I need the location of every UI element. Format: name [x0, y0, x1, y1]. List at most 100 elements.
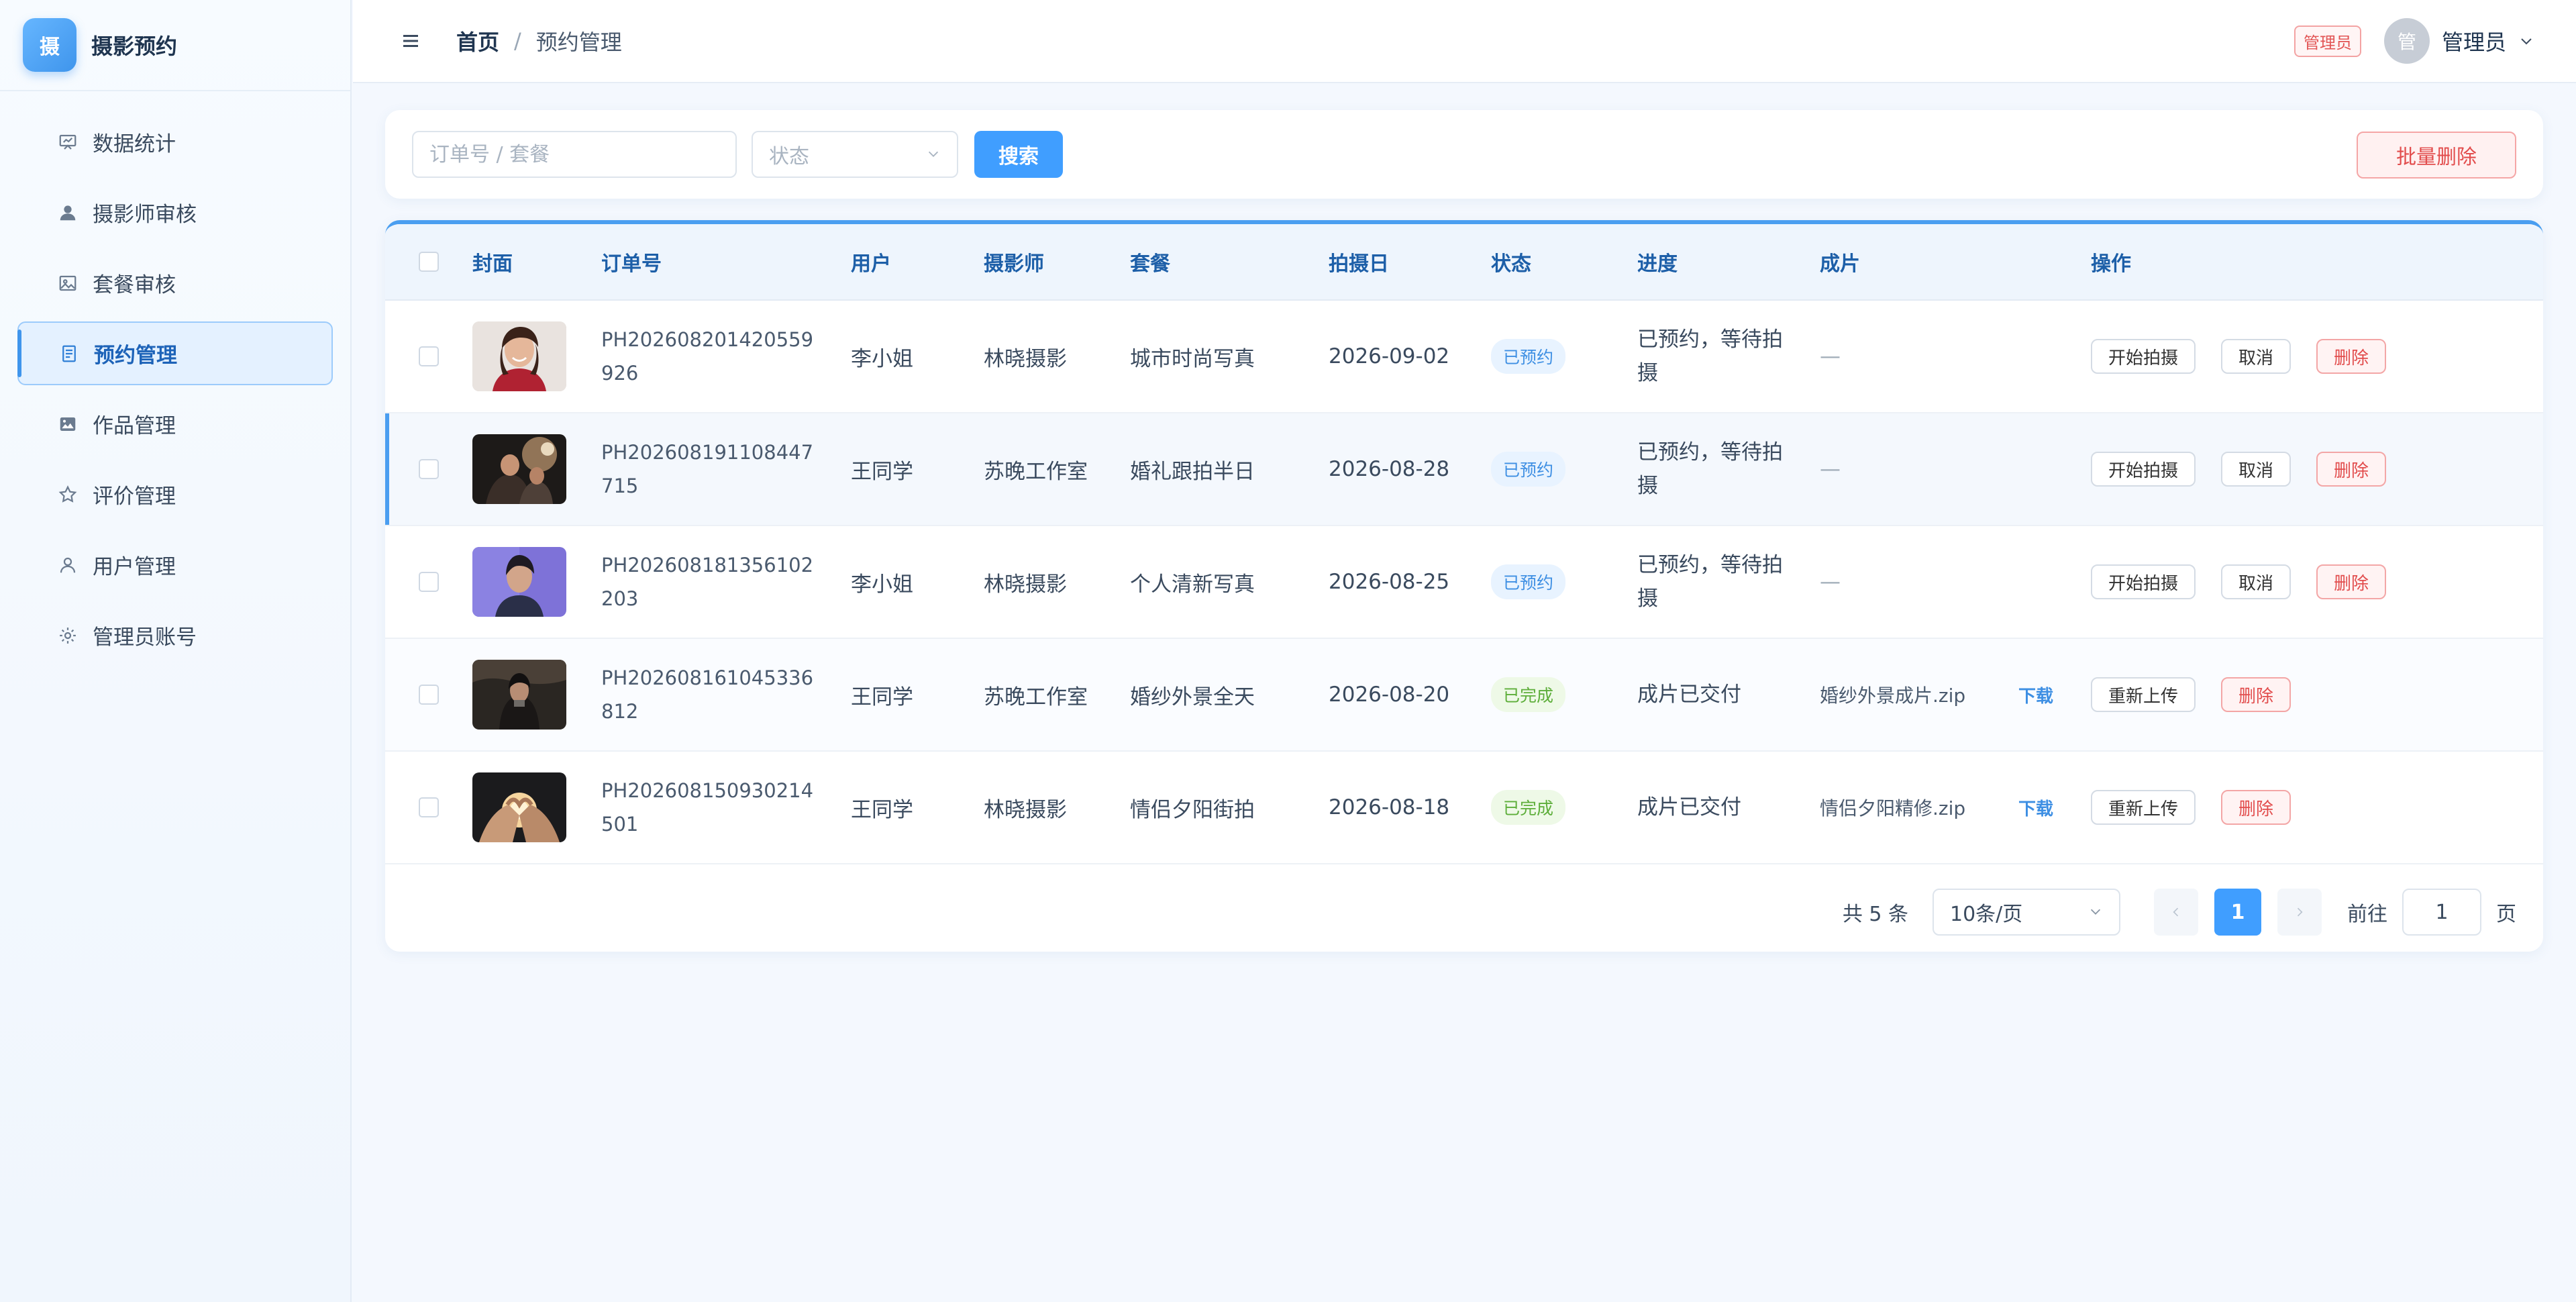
breadcrumb-separator: /: [514, 28, 521, 54]
order-number: PH202608191108447715: [601, 441, 814, 497]
select-all-checkbox[interactable]: [419, 252, 439, 272]
table-row[interactable]: PH202608191108447715 王同学 苏晚工作室 婚礼跟拍半日 20…: [385, 413, 2543, 526]
column-header: 状态: [1491, 252, 1531, 276]
sidebar-item-booking-management[interactable]: 预约管理: [17, 321, 333, 385]
table-row[interactable]: PH202608161045336812 王同学 苏晚工作室 婚纱外景全天 20…: [385, 639, 2543, 752]
result-file-name: 婚纱外景成片.zip: [1820, 685, 1966, 707]
chevron-down-icon[interactable]: [2518, 33, 2534, 49]
cell-shoot-date: 2026-08-20: [1329, 683, 1450, 707]
cell-progress: 已预约，等待拍摄: [1637, 553, 1783, 611]
delete-button[interactable]: 删除: [2221, 677, 2291, 712]
start-shoot-button[interactable]: 开始拍摄: [2091, 339, 2196, 374]
sidebar: 摄 摄影预约 数据统计 摄影师审核 套餐审核 预约管理 作品管理 评价管理 用户…: [0, 0, 352, 1302]
next-page-button[interactable]: [2277, 889, 2322, 936]
status-badge: 已预约: [1491, 564, 1566, 599]
table-row[interactable]: PH202608150930214501 王同学 林晓摄影 情侣夕阳街拍 202…: [385, 752, 2543, 864]
column-header: 订单号: [601, 252, 662, 276]
reupload-button[interactable]: 重新上传: [2091, 677, 2196, 712]
cell-photographer: 林晓摄影: [984, 797, 1067, 822]
brand-name: 摄影预约: [91, 34, 178, 59]
table-row[interactable]: PH202608181356102203 李小姐 林晓摄影 个人清新写真 202…: [385, 526, 2543, 639]
status-badge: 已完成: [1491, 677, 1566, 712]
start-shoot-button[interactable]: 开始拍摄: [2091, 564, 2196, 599]
cell-package: 城市时尚写真: [1130, 346, 1255, 371]
sidebar-item-statistics[interactable]: 数据统计: [17, 110, 333, 174]
row-checkbox[interactable]: [419, 459, 439, 479]
chevron-down-icon: [2088, 901, 2103, 924]
sidebar-item-works-management[interactable]: 作品管理: [17, 392, 333, 456]
delete-button[interactable]: 删除: [2221, 790, 2291, 825]
start-shoot-button[interactable]: 开始拍摄: [2091, 452, 2196, 487]
breadcrumb: 首页 / 预约管理: [456, 26, 622, 56]
cell-user: 王同学: [851, 685, 913, 709]
search-button[interactable]: 搜索: [974, 131, 1063, 178]
user-name[interactable]: 管理员: [2442, 26, 2506, 56]
row-checkbox[interactable]: [419, 685, 439, 705]
top-header: 首页 / 预约管理 管理员 管 管理员: [353, 0, 2576, 83]
column-header: 进度: [1637, 252, 1678, 276]
cell-progress: 已预约，等待拍摄: [1637, 328, 1783, 385]
cell-user: 李小姐: [851, 346, 913, 371]
status-badge: 已预约: [1491, 452, 1566, 487]
sidebar-item-package-review[interactable]: 套餐审核: [17, 251, 333, 315]
sidebar-item-label: 评价管理: [93, 485, 176, 509]
cancel-button[interactable]: 取消: [2221, 339, 2291, 374]
column-header: 成片: [1820, 252, 1860, 276]
sidebar-item-label: 管理员账号: [93, 625, 197, 650]
row-checkbox[interactable]: [419, 797, 439, 817]
table-row[interactable]: PH202608201420559926 李小姐 林晓摄影 城市时尚写真 202…: [385, 301, 2543, 413]
sidebar-item-review-management[interactable]: 评价管理: [17, 462, 333, 526]
cover-thumbnail[interactable]: [472, 321, 566, 391]
status-select[interactable]: 状态: [752, 131, 958, 178]
goto-label: 前往: [2347, 903, 2387, 926]
cell-progress: 成片已交付: [1637, 795, 1741, 819]
image-icon: [56, 272, 79, 295]
download-link[interactable]: 下载: [2018, 683, 2053, 707]
row-checkbox[interactable]: [419, 572, 439, 592]
cancel-button[interactable]: 取消: [2221, 564, 2291, 599]
goto-page-input[interactable]: 1: [2402, 889, 2481, 936]
sidebar-menu: 数据统计 摄影师审核 套餐审核 预约管理 作品管理 评价管理 用户管理 管理员账…: [0, 91, 350, 667]
cell-package: 情侣夕阳街拍: [1130, 797, 1255, 822]
delete-button[interactable]: 删除: [2316, 339, 2387, 374]
cover-thumbnail[interactable]: [472, 660, 566, 730]
delete-button[interactable]: 删除: [2316, 452, 2387, 487]
reupload-button[interactable]: 重新上传: [2091, 790, 2196, 825]
chart-board-icon: [56, 131, 79, 154]
prev-page-button[interactable]: [2154, 889, 2198, 936]
cell-package: 个人清新写真: [1130, 572, 1255, 597]
cell-shoot-date: 2026-08-25: [1329, 570, 1450, 594]
batch-delete-button[interactable]: 批量删除: [2357, 132, 2516, 179]
sidebar-item-label: 用户管理: [93, 555, 176, 579]
sidebar-item-photographer-review[interactable]: 摄影师审核: [17, 181, 333, 244]
filter-bar: 状态 搜索 批量删除: [385, 110, 2543, 199]
order-number: PH202608161045336812: [601, 666, 814, 723]
cancel-button[interactable]: 取消: [2221, 452, 2291, 487]
sidebar-item-user-management[interactable]: 用户管理: [17, 533, 333, 597]
cell-shoot-date: 2026-09-02: [1329, 344, 1450, 368]
cell-shoot-date: 2026-08-28: [1329, 457, 1450, 481]
cell-result-empty: —: [1820, 457, 1841, 481]
cover-thumbnail[interactable]: [472, 547, 566, 617]
search-input[interactable]: [412, 131, 737, 178]
breadcrumb-current: 预约管理: [535, 30, 622, 55]
delete-button[interactable]: 删除: [2316, 564, 2387, 599]
cell-shoot-date: 2026-08-18: [1329, 795, 1450, 819]
cover-thumbnail[interactable]: [472, 772, 566, 842]
column-header: 摄影师: [984, 252, 1044, 276]
row-checkbox[interactable]: [419, 346, 439, 366]
breadcrumb-home[interactable]: 首页: [456, 26, 499, 56]
sidebar-item-admin-accounts[interactable]: 管理员账号: [17, 603, 333, 667]
avatar[interactable]: 管: [2383, 18, 2430, 64]
result-file-name: 情侣夕阳精修.zip: [1820, 797, 1966, 819]
cell-progress: 已预约，等待拍摄: [1637, 440, 1783, 498]
page-size-value: 10条/页: [1950, 903, 2023, 926]
menu-toggle-icon[interactable]: [400, 30, 423, 52]
sidebar-item-label: 数据统计: [93, 132, 176, 156]
page-size-select[interactable]: 10条/页: [1933, 889, 2120, 936]
brand[interactable]: 摄 摄影预约: [0, 0, 350, 91]
gallery-icon: [56, 413, 79, 436]
download-link[interactable]: 下载: [2018, 795, 2053, 820]
page-number-current[interactable]: 1: [2214, 889, 2261, 936]
cover-thumbnail[interactable]: [472, 434, 566, 504]
